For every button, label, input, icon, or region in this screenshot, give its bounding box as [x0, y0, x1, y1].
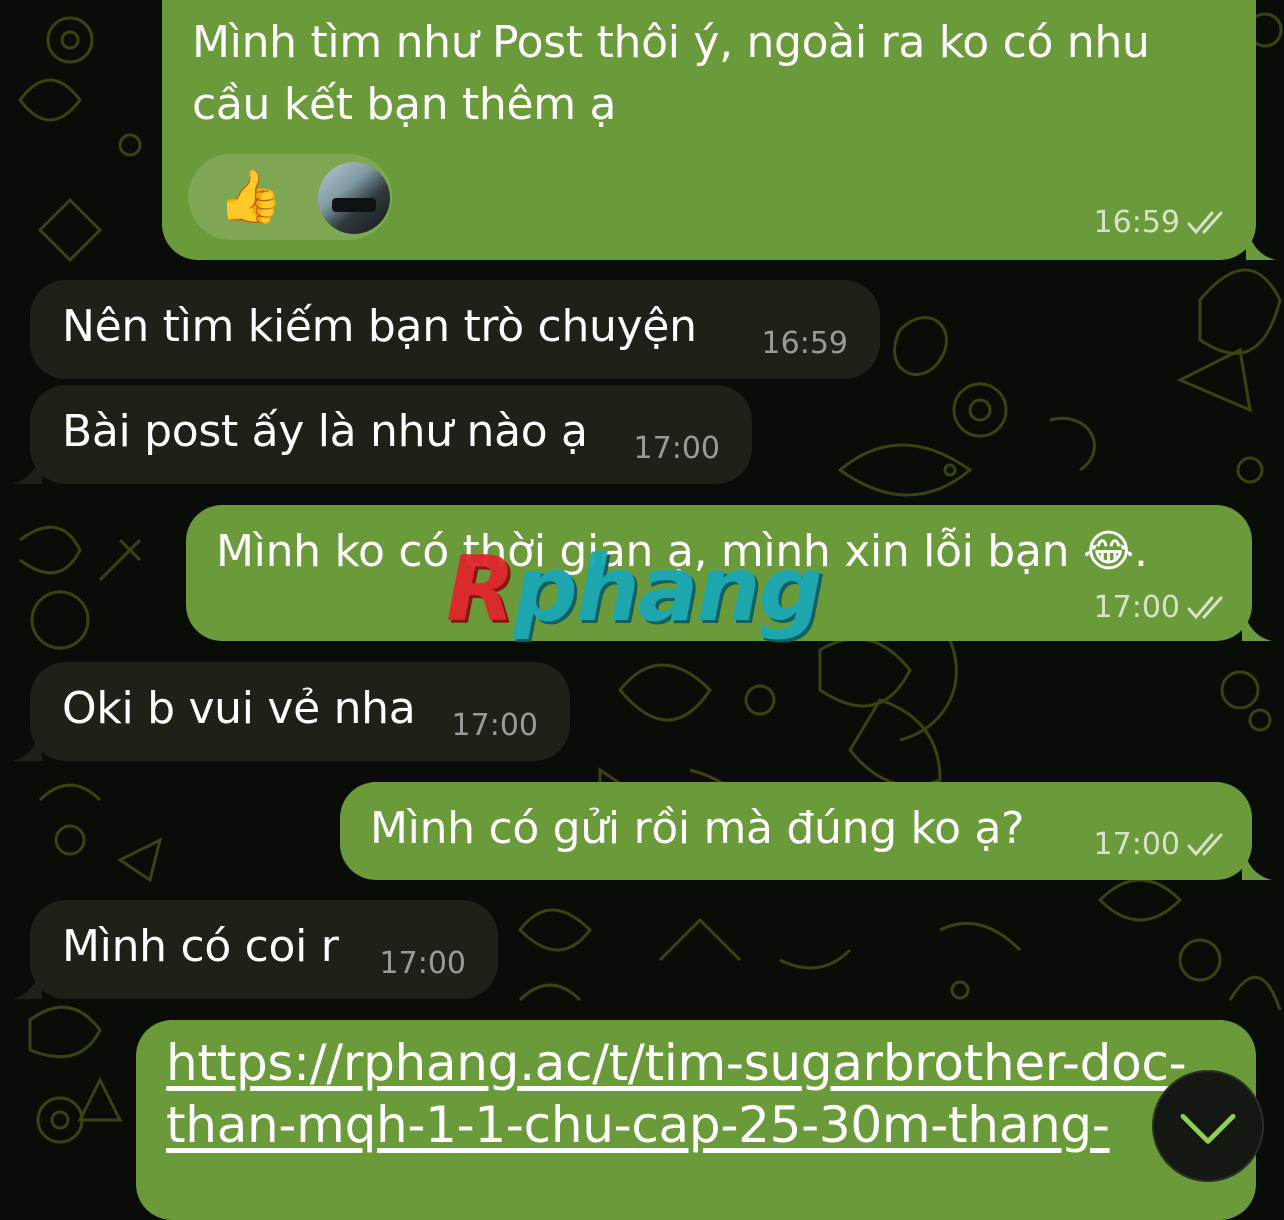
bubble-tail: [1246, 220, 1276, 260]
message-time: 17:00: [633, 431, 720, 466]
message-time: 16:59: [1093, 205, 1180, 240]
message-text: Mình tìm như Post thôi ý, ngoài ra ko có…: [192, 17, 1150, 130]
message-time: 17:00: [451, 708, 538, 743]
bubble-tail: [12, 959, 42, 999]
message-text: Nên tìm kiếm bạn trò chuyện: [62, 301, 697, 352]
message-meta: 16:59: [1094, 205, 1230, 240]
message-meta: 17:00: [380, 946, 466, 981]
user-avatar: [318, 162, 390, 234]
link-line[interactable]: https://rphang.ac/t/tim-sugarbrother-doc…: [166, 1032, 1226, 1094]
bubble-tail: [1242, 601, 1272, 641]
message-meta: 17:00: [452, 708, 538, 743]
message-text: Bài post ấy là như nào ạ: [62, 406, 588, 457]
message-text: Mình có coi r: [62, 921, 339, 972]
thumbs-up-icon[interactable]: 👍: [218, 162, 283, 232]
bubble-tail: [12, 444, 42, 484]
message-link[interactable]: https://rphang.ac/t/tim-sugarbrother-doc…: [166, 1032, 1226, 1156]
bubble-tail: [12, 721, 42, 761]
message-time: 16:59: [761, 326, 848, 361]
message-time: 17:00: [1093, 590, 1180, 625]
scroll-to-bottom-button[interactable]: [1152, 1070, 1264, 1182]
message-outgoing[interactable]: Mình có gửi rồi mà đúng ko ạ? 17:00: [340, 782, 1252, 880]
watermark-logo: Rphang: [446, 537, 823, 642]
message-outgoing-link[interactable]: https://rphang.ac/t/tim-sugarbrother-doc…: [136, 1020, 1256, 1220]
double-check-icon: [1187, 596, 1223, 619]
message-incoming[interactable]: Oki b vui vẻ nha 17:00: [30, 662, 570, 761]
message-time: 17:00: [1093, 827, 1180, 862]
bubble-tail: [1242, 840, 1272, 880]
message-incoming[interactable]: Nên tìm kiếm bạn trò chuyện 16:59: [30, 280, 880, 379]
message-meta: 16:59: [762, 326, 848, 361]
message-text: Oki b vui vẻ nha: [62, 683, 416, 734]
message-incoming[interactable]: Bài post ấy là như nào ạ 17:00: [30, 385, 752, 484]
message-meta: 17:00: [1094, 590, 1230, 625]
message-time: 17:00: [379, 946, 466, 981]
double-check-icon: [1187, 211, 1223, 234]
link-line[interactable]: than-mqh-1-1-chu-cap-25-30m-thang-: [166, 1094, 1226, 1156]
reactions-bar[interactable]: 👍: [188, 154, 392, 240]
chevron-down-icon: [1180, 1113, 1236, 1144]
message-text: Mình có gửi rồi mà đúng ko ạ?: [370, 803, 1025, 854]
message-outgoing[interactable]: Mình tìm như Post thôi ý, ngoài ra ko có…: [162, 0, 1256, 260]
double-check-icon: [1187, 833, 1223, 856]
message-meta: 17:00: [1094, 827, 1230, 862]
message-incoming[interactable]: Mình có coi r 17:00: [30, 900, 498, 999]
message-meta: 17:00: [634, 431, 720, 466]
